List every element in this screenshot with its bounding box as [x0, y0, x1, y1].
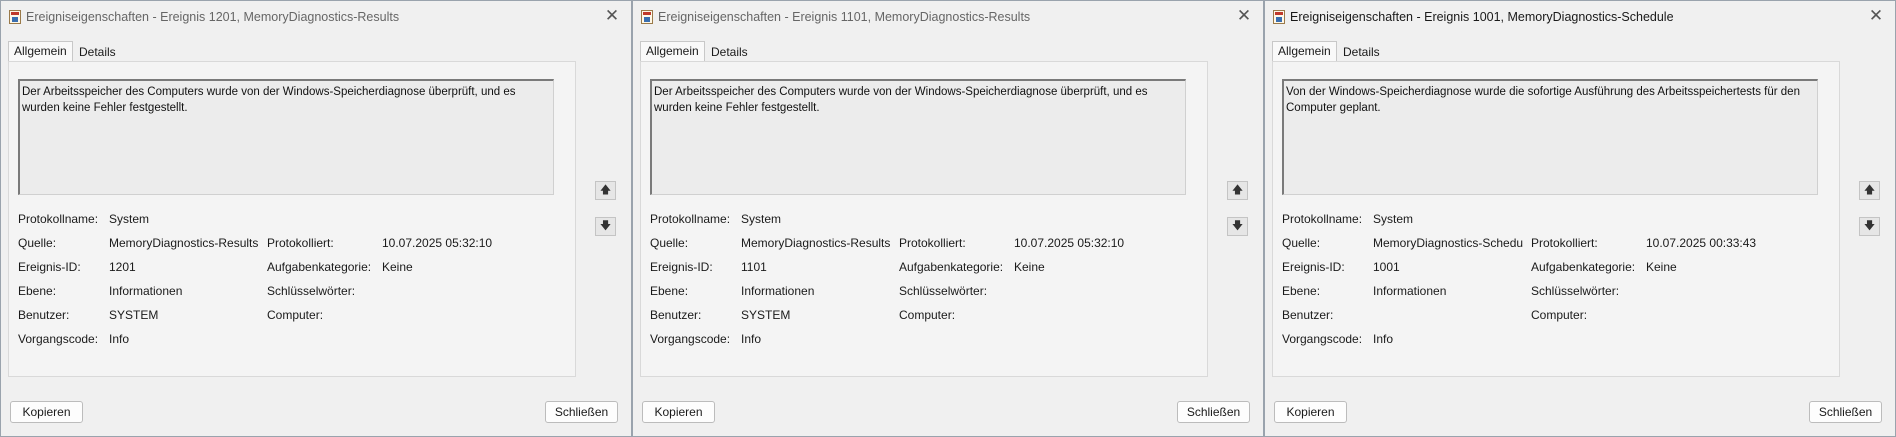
- event-properties-window-1101: Ereigniseigenschaften - Ereignis 1101, M…: [632, 0, 1264, 437]
- arrow-down-icon[interactable]: 🡇: [595, 217, 616, 236]
- value-vorgangscode[interactable]: Info: [741, 332, 761, 346]
- value-ebene[interactable]: Informationen: [741, 284, 814, 298]
- label-benutzer: Benutzer:: [1282, 308, 1334, 322]
- label-ereignis-id: Ereignis-ID:: [18, 260, 81, 274]
- value-protokollname[interactable]: System: [1373, 212, 1413, 226]
- value-protokolliert[interactable]: 10.07.2025 05:32:10: [382, 236, 492, 250]
- general-tab-panel: Von der Windows-Speicherdiagnose wurde d…: [1272, 61, 1840, 377]
- event-viewer-app-icon: [1273, 10, 1285, 24]
- arrow-down-icon[interactable]: 🡇: [1859, 217, 1880, 236]
- tab-allgemein[interactable]: Allgemein: [640, 41, 705, 62]
- value-quelle[interactable]: MemoryDiagnostics-Schedu: [1373, 236, 1523, 250]
- value-protokolliert[interactable]: 10.07.2025 05:32:10: [1014, 236, 1124, 250]
- window-close-button[interactable]: ✕: [593, 1, 631, 31]
- window-title: Ereigniseigenschaften - Ereignis 1001, M…: [1290, 10, 1674, 24]
- label-vorgangscode: Vorgangscode:: [18, 332, 99, 346]
- label-computer: Computer:: [899, 308, 956, 322]
- value-aufgabenkategorie[interactable]: Keine: [1646, 260, 1677, 274]
- value-protokollname[interactable]: System: [741, 212, 781, 226]
- value-aufgabenkategorie[interactable]: Keine: [1014, 260, 1045, 274]
- title-bar[interactable]: Ereigniseigenschaften - Ereignis 1101, M…: [633, 1, 1263, 33]
- label-schluesselwoerter: Schlüsselwörter:: [267, 284, 356, 298]
- arrow-down-icon[interactable]: 🡇: [1227, 217, 1248, 236]
- label-ebene: Ebene:: [18, 284, 57, 298]
- arrow-up-icon[interactable]: 🡅: [595, 181, 616, 200]
- arrow-up-icon[interactable]: 🡅: [1859, 181, 1880, 200]
- general-tab-panel: Der Arbeitsspeicher des Computers wurde …: [640, 61, 1208, 377]
- label-aufgabenkategorie: Aufgabenkategorie:: [899, 260, 1004, 274]
- close-button[interactable]: Schließen: [1177, 401, 1250, 423]
- event-properties-window-1201: Ereigniseigenschaften - Ereignis 1201, M…: [0, 0, 632, 437]
- title-bar[interactable]: Ereigniseigenschaften - Ereignis 1001, M…: [1265, 1, 1895, 33]
- copy-button[interactable]: Kopieren: [642, 401, 715, 423]
- label-ereignis-id: Ereignis-ID:: [1282, 260, 1345, 274]
- value-protokolliert[interactable]: 10.07.2025 00:33:43: [1646, 236, 1756, 250]
- label-vorgangscode: Vorgangscode:: [1282, 332, 1363, 346]
- label-schluesselwoerter: Schlüsselwörter:: [899, 284, 988, 298]
- label-protokollname: Protokollname:: [18, 212, 99, 226]
- label-quelle: Quelle:: [650, 236, 689, 250]
- label-ebene: Ebene:: [1282, 284, 1321, 298]
- close-button[interactable]: Schließen: [1809, 401, 1882, 423]
- label-computer: Computer:: [267, 308, 324, 322]
- label-protokolliert: Protokolliert:: [267, 236, 334, 250]
- event-viewer-app-icon: [641, 10, 653, 24]
- window-close-button[interactable]: ✕: [1225, 1, 1263, 31]
- value-ereignis-id[interactable]: 1201: [109, 260, 136, 274]
- event-properties-window-1001: Ereigniseigenschaften - Ereignis 1001, M…: [1264, 0, 1896, 437]
- label-benutzer: Benutzer:: [650, 308, 702, 322]
- window-title: Ereigniseigenschaften - Ereignis 1101, M…: [658, 10, 1031, 24]
- tab-details[interactable]: Details: [1343, 45, 1380, 59]
- value-protokollname[interactable]: System: [109, 212, 149, 226]
- tab-details[interactable]: Details: [711, 45, 748, 59]
- arrow-up-icon[interactable]: 🡅: [1227, 181, 1248, 200]
- label-quelle: Quelle:: [18, 236, 57, 250]
- label-protokolliert: Protokolliert:: [1531, 236, 1598, 250]
- event-message-textbox[interactable]: Der Arbeitsspeicher des Computers wurde …: [650, 79, 1186, 195]
- value-ebene[interactable]: Informationen: [109, 284, 182, 298]
- label-protokollname: Protokollname:: [1282, 212, 1363, 226]
- window-close-button[interactable]: ✕: [1857, 1, 1895, 31]
- value-ereignis-id[interactable]: 1101: [741, 260, 767, 274]
- value-quelle[interactable]: MemoryDiagnostics-Results: [109, 236, 258, 250]
- value-vorgangscode[interactable]: Info: [109, 332, 129, 346]
- value-ereignis-id[interactable]: 1001: [1373, 260, 1400, 274]
- tab-allgemein[interactable]: Allgemein: [1272, 41, 1337, 62]
- label-ebene: Ebene:: [650, 284, 689, 298]
- window-title: Ereigniseigenschaften - Ereignis 1201, M…: [26, 10, 400, 24]
- close-button[interactable]: Schließen: [545, 401, 618, 423]
- title-bar[interactable]: Ereigniseigenschaften - Ereignis 1201, M…: [1, 1, 631, 33]
- value-ebene[interactable]: Informationen: [1373, 284, 1446, 298]
- label-aufgabenkategorie: Aufgabenkategorie:: [1531, 260, 1636, 274]
- label-benutzer: Benutzer:: [18, 308, 70, 322]
- label-quelle: Quelle:: [1282, 236, 1321, 250]
- tab-details[interactable]: Details: [79, 45, 116, 59]
- label-protokollname: Protokollname:: [650, 212, 731, 226]
- label-ereignis-id: Ereignis-ID:: [650, 260, 713, 274]
- value-benutzer[interactable]: SYSTEM: [109, 308, 158, 322]
- label-aufgabenkategorie: Aufgabenkategorie:: [267, 260, 372, 274]
- copy-button[interactable]: Kopieren: [10, 401, 83, 423]
- event-message-textbox[interactable]: Der Arbeitsspeicher des Computers wurde …: [18, 79, 554, 195]
- label-schluesselwoerter: Schlüsselwörter:: [1531, 284, 1620, 298]
- value-aufgabenkategorie[interactable]: Keine: [382, 260, 413, 274]
- copy-button[interactable]: Kopieren: [1274, 401, 1347, 423]
- label-computer: Computer:: [1531, 308, 1588, 322]
- label-protokolliert: Protokolliert:: [899, 236, 966, 250]
- value-quelle[interactable]: MemoryDiagnostics-Results: [741, 236, 890, 250]
- label-vorgangscode: Vorgangscode:: [650, 332, 731, 346]
- value-benutzer[interactable]: SYSTEM: [741, 308, 790, 322]
- value-vorgangscode[interactable]: Info: [1373, 332, 1393, 346]
- general-tab-panel: Der Arbeitsspeicher des Computers wurde …: [8, 61, 576, 377]
- event-message-textbox[interactable]: Von der Windows-Speicherdiagnose wurde d…: [1282, 79, 1818, 195]
- event-viewer-app-icon: [9, 10, 21, 24]
- tab-allgemein[interactable]: Allgemein: [8, 41, 73, 62]
